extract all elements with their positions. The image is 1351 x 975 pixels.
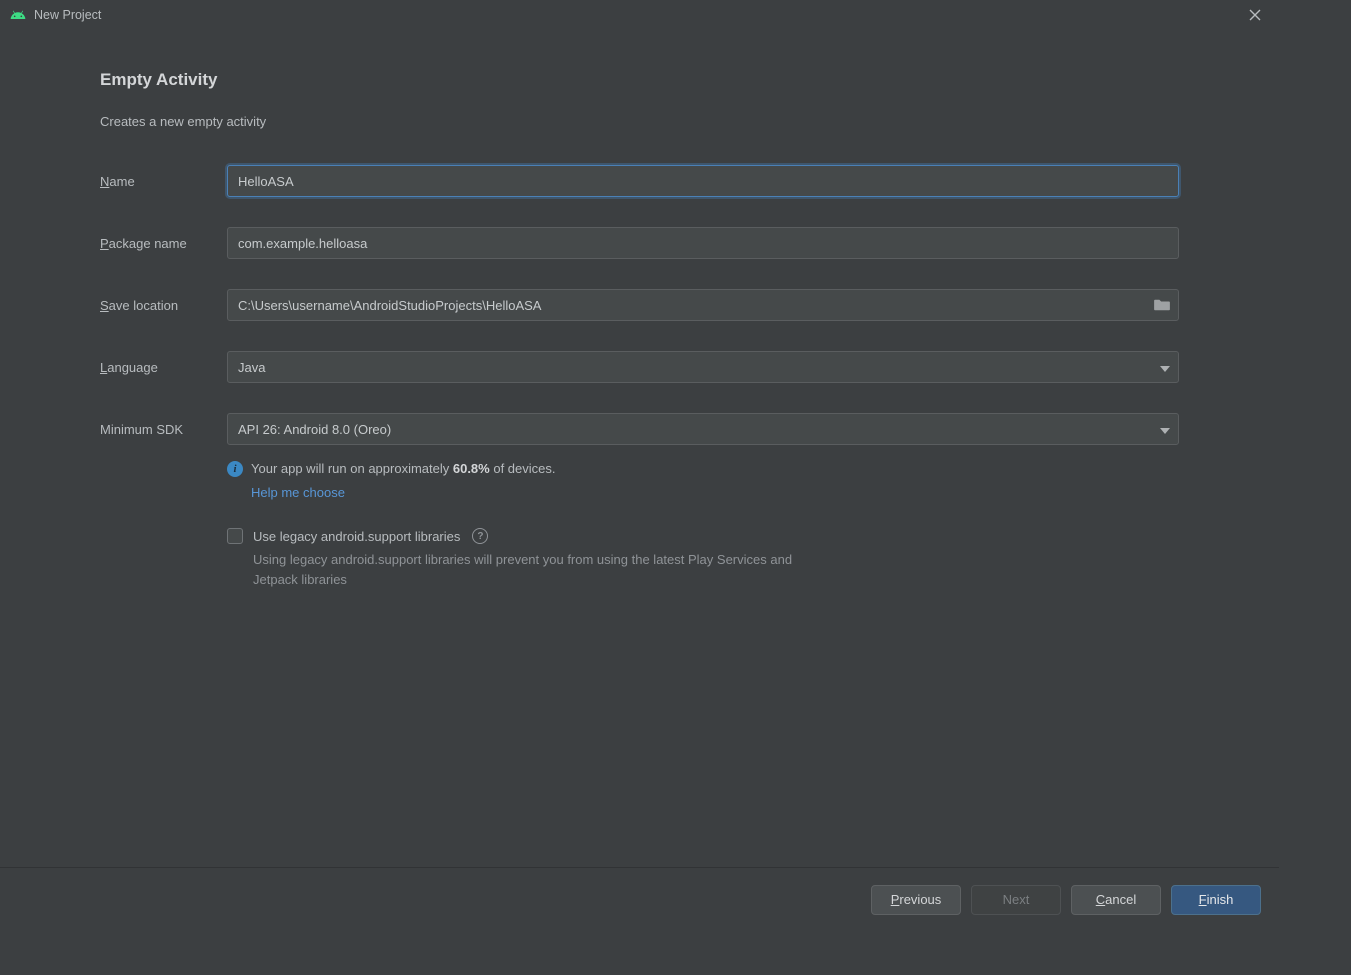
row-min-sdk: Minimum SDK API 26: Android 8.0 (Oreo) [100, 413, 1179, 445]
sdk-info: i Your app will run on approximately 60.… [227, 459, 1179, 502]
finish-button[interactable]: Finish [1171, 885, 1261, 915]
legacy-description: Using legacy android.support libraries w… [253, 550, 813, 590]
label-language: Language [100, 360, 227, 375]
legacy-checkbox-label: Use legacy android.support libraries [253, 529, 460, 544]
row-name: Name [100, 165, 1179, 197]
page-heading: Empty Activity [100, 70, 1179, 90]
label-name: Name [100, 174, 227, 189]
language-select[interactable]: Java [227, 351, 1179, 383]
page-subtitle: Creates a new empty activity [100, 114, 1179, 129]
language-select-value: Java [238, 360, 1160, 375]
wizard-content: Empty Activity Creates a new empty activ… [0, 30, 1279, 867]
window-title: New Project [34, 8, 101, 22]
row-language: Language Java [100, 351, 1179, 383]
previous-button[interactable]: Previous [871, 885, 961, 915]
row-package: Package name [100, 227, 1179, 259]
package-field[interactable] [227, 227, 1179, 259]
help-me-choose-link[interactable]: Help me choose [251, 483, 345, 503]
android-icon [10, 7, 26, 23]
min-sdk-select[interactable]: API 26: Android 8.0 (Oreo) [227, 413, 1179, 445]
titlebar: New Project [0, 0, 1279, 30]
label-package: Package name [100, 236, 227, 251]
name-field[interactable] [227, 165, 1179, 197]
wizard-footer: Previous Next Cancel Finish [0, 867, 1279, 931]
min-sdk-select-value: API 26: Android 8.0 (Oreo) [238, 422, 1160, 437]
info-icon: i [227, 461, 243, 477]
chevron-down-icon [1160, 360, 1170, 375]
sdk-info-text: Your app will run on approximately 60.8%… [251, 459, 556, 502]
label-save-location: Save location [100, 298, 227, 313]
legacy-row: Use legacy android.support libraries ? [227, 528, 1179, 544]
folder-icon[interactable] [1153, 298, 1171, 312]
chevron-down-icon [1160, 422, 1170, 437]
help-icon[interactable]: ? [472, 528, 488, 544]
next-button: Next [971, 885, 1061, 915]
close-icon[interactable] [1241, 3, 1269, 27]
label-min-sdk: Minimum SDK [100, 422, 227, 437]
row-save-location: Save location [100, 289, 1179, 321]
save-location-field[interactable] [227, 289, 1179, 321]
legacy-checkbox[interactable] [227, 528, 243, 544]
cancel-button[interactable]: Cancel [1071, 885, 1161, 915]
